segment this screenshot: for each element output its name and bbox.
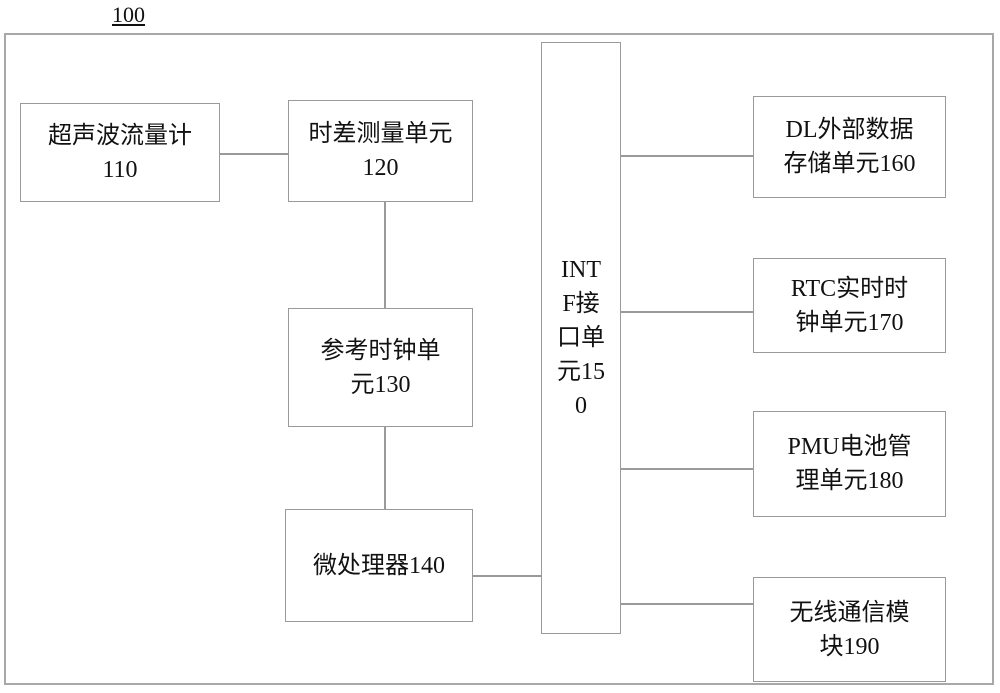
connector-130-140	[384, 427, 386, 509]
block-microprocessor: 微处理器140	[285, 509, 473, 622]
block-pmu-battery-management: PMU电池管 理单元180	[753, 411, 946, 517]
block-label: DL外部数据 存储单元160	[783, 117, 916, 177]
block-label: 无线通信模 块190	[789, 599, 910, 660]
system-label: 100	[112, 2, 145, 27]
block-label: 参考时钟单 元130	[320, 337, 441, 398]
block-intf-interface-unit: INT F接 口单 元15 0	[541, 42, 621, 634]
connector-140-150	[472, 575, 542, 577]
block-rtc-clock-unit: RTC实时时 钟单元170	[753, 258, 946, 353]
connector-120-130	[384, 202, 386, 308]
block-label: 超声波流量计 110	[48, 122, 192, 183]
block-label: INT F接 口单 元15 0	[557, 257, 605, 419]
block-label: 时差测量单元 120	[308, 121, 453, 181]
block-dl-external-storage: DL外部数据 存储单元160	[753, 96, 946, 198]
block-wireless-module: 无线通信模 块190	[753, 577, 946, 682]
block-label: RTC实时时 钟单元170	[790, 275, 909, 336]
block-label: 微处理器140	[313, 552, 445, 579]
connector-110-120	[220, 153, 288, 155]
connector-150-160	[620, 155, 754, 157]
block-label: PMU电池管 理单元180	[787, 434, 912, 494]
connector-150-170	[620, 311, 754, 313]
connector-150-190	[620, 603, 754, 605]
block-ultrasonic-flowmeter: 超声波流量计 110	[20, 103, 220, 202]
connector-150-180	[620, 468, 754, 470]
block-reference-clock-unit: 参考时钟单 元130	[288, 308, 473, 427]
block-time-difference-unit: 时差测量单元 120	[288, 100, 473, 202]
